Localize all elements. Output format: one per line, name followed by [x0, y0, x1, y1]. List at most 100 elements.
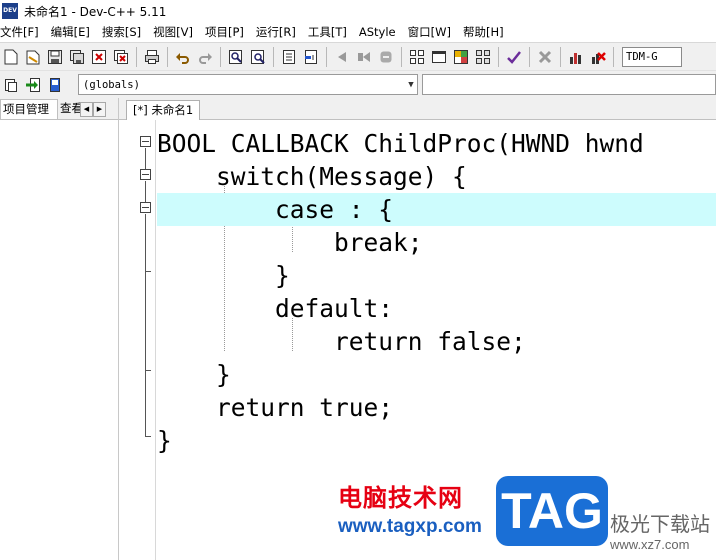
compile-icon — [338, 51, 346, 62]
check-icon — [507, 50, 521, 64]
redo-button[interactable] — [194, 46, 216, 68]
window-title: 未命名1 - Dev-C++ 5.11 — [24, 4, 167, 19]
menu-view[interactable]: 视图[V] — [147, 24, 199, 40]
tiles-button[interactable] — [472, 46, 494, 68]
menu-project[interactable]: 项目[P] — [199, 24, 250, 40]
tag-logo: TAG — [496, 476, 608, 546]
stop-button[interactable] — [534, 46, 556, 68]
menu-astyle[interactable]: AStyle — [353, 25, 402, 39]
save-all-icon — [70, 49, 84, 64]
save-button[interactable] — [44, 46, 66, 68]
fold-line — [145, 148, 146, 169]
code-line: switch(Message) { — [157, 162, 467, 191]
app-icon: DEV — [2, 3, 18, 19]
compiler-select[interactable]: TDM-G — [622, 46, 682, 67]
window-button[interactable] — [428, 46, 450, 68]
new-file-icon — [4, 49, 18, 64]
open-file-button[interactable] — [22, 46, 44, 68]
fold-collapse-icon[interactable] — [140, 169, 151, 180]
watermark-site-url: www.xz7.com — [610, 537, 690, 552]
profile-button[interactable] — [565, 46, 587, 68]
open-file-icon — [26, 50, 40, 64]
code-line: return false; — [157, 327, 526, 356]
toolbar-separator — [560, 46, 561, 67]
menu-edit[interactable]: 编辑[E] — [45, 24, 96, 40]
bookmark-icon — [305, 49, 317, 64]
rebuild-icon — [380, 51, 392, 62]
redo-icon — [199, 52, 212, 64]
check-syntax-button[interactable] — [503, 46, 525, 68]
goto-line-button[interactable] — [278, 46, 300, 68]
rebuild-button[interactable] — [375, 46, 397, 68]
fold-collapse-icon[interactable] — [140, 202, 151, 213]
menu-search[interactable]: 搜索[S] — [96, 24, 147, 40]
toolbar-separator — [136, 46, 137, 67]
watermark-brand-text: 电脑技术网 — [338, 484, 463, 512]
find-icon — [229, 49, 242, 64]
code-line: } — [157, 426, 172, 455]
toggle-bookmark-button[interactable] — [300, 46, 322, 68]
tiles-icon — [476, 49, 490, 64]
print-icon — [145, 49, 159, 64]
new-class-button[interactable] — [406, 46, 428, 68]
code-line: return true; — [157, 393, 394, 422]
insert-button[interactable] — [0, 74, 22, 96]
menu-window[interactable]: 窗口[W] — [402, 24, 457, 40]
menu-file[interactable]: 文件[F] — [0, 24, 45, 40]
code-line: } — [157, 360, 231, 389]
watermark: 电脑技术网 www.tagxp.com TAG 极光下载站 www.xz7.co… — [338, 474, 716, 560]
class-browser-button[interactable] — [44, 74, 66, 96]
tab-scroll-right-icon[interactable]: ▶ — [93, 102, 106, 117]
editor-file-tab[interactable]: [*] 未命名1 — [126, 100, 201, 120]
fold-collapse-icon[interactable] — [140, 136, 151, 147]
toolbar-separator — [220, 46, 221, 67]
toolbar-separator — [401, 46, 402, 67]
watermark-url: www.tagxp.com — [338, 516, 482, 537]
replace-icon — [251, 49, 265, 64]
menu-run[interactable]: 运行[R] — [250, 24, 302, 40]
tab-project-manager[interactable]: 项目管理 — [0, 99, 58, 119]
fold-line — [145, 370, 146, 436]
close-all-button[interactable] — [110, 46, 132, 68]
tab-scroll-left-icon[interactable]: ◀ — [80, 102, 93, 117]
close-all-icon — [114, 49, 128, 64]
close-file-button[interactable] — [88, 46, 110, 68]
close-file-icon — [92, 49, 106, 64]
menu-bar: 文件[F] 编辑[E] 搜索[S] 视图[V] 项目[P] 运行[R] 工具[T… — [0, 22, 716, 42]
project-options-button[interactable] — [450, 46, 472, 68]
editor-gutter — [119, 120, 156, 560]
toolbar-separator — [326, 46, 327, 67]
toolbar-separator — [498, 46, 499, 67]
main-toolbar: TDM-G — [0, 42, 716, 70]
watermark-site-name: 极光下载站 — [610, 512, 710, 536]
insert-icon — [5, 78, 17, 92]
delete-profile-button[interactable] — [587, 46, 609, 68]
delete-profile-icon — [592, 51, 606, 64]
symbol-select[interactable] — [422, 74, 716, 95]
undo-button[interactable] — [172, 46, 194, 68]
tab-classes[interactable]: 查看 — [58, 99, 80, 119]
compile-button[interactable] — [331, 46, 353, 68]
goto-button[interactable] — [22, 74, 44, 96]
run-button[interactable] — [353, 46, 375, 68]
close-icon — [538, 50, 552, 63]
new-file-button[interactable] — [0, 46, 22, 68]
code-line: } — [157, 261, 290, 290]
print-button[interactable] — [141, 46, 163, 68]
scope-select[interactable]: (globals) ▼ — [78, 74, 418, 95]
save-all-button[interactable] — [66, 46, 88, 68]
chart-icon — [570, 52, 581, 64]
find-button[interactable] — [225, 46, 247, 68]
menu-help[interactable]: 帮助[H] — [457, 24, 510, 40]
class-toolbar: (globals) ▼ — [0, 70, 716, 98]
editor-tab-bar: [*] 未命名1 — [119, 98, 716, 120]
code-line: default: — [157, 294, 394, 323]
toolbar-separator — [613, 46, 614, 67]
code-line: break; — [157, 228, 423, 257]
replace-button[interactable] — [247, 46, 269, 68]
project-options-icon — [454, 49, 468, 64]
menu-tools[interactable]: 工具[T] — [302, 24, 353, 40]
grid-icon — [410, 49, 424, 64]
scope-select-value: (globals) — [83, 78, 140, 91]
fold-end-marker — [145, 436, 151, 437]
